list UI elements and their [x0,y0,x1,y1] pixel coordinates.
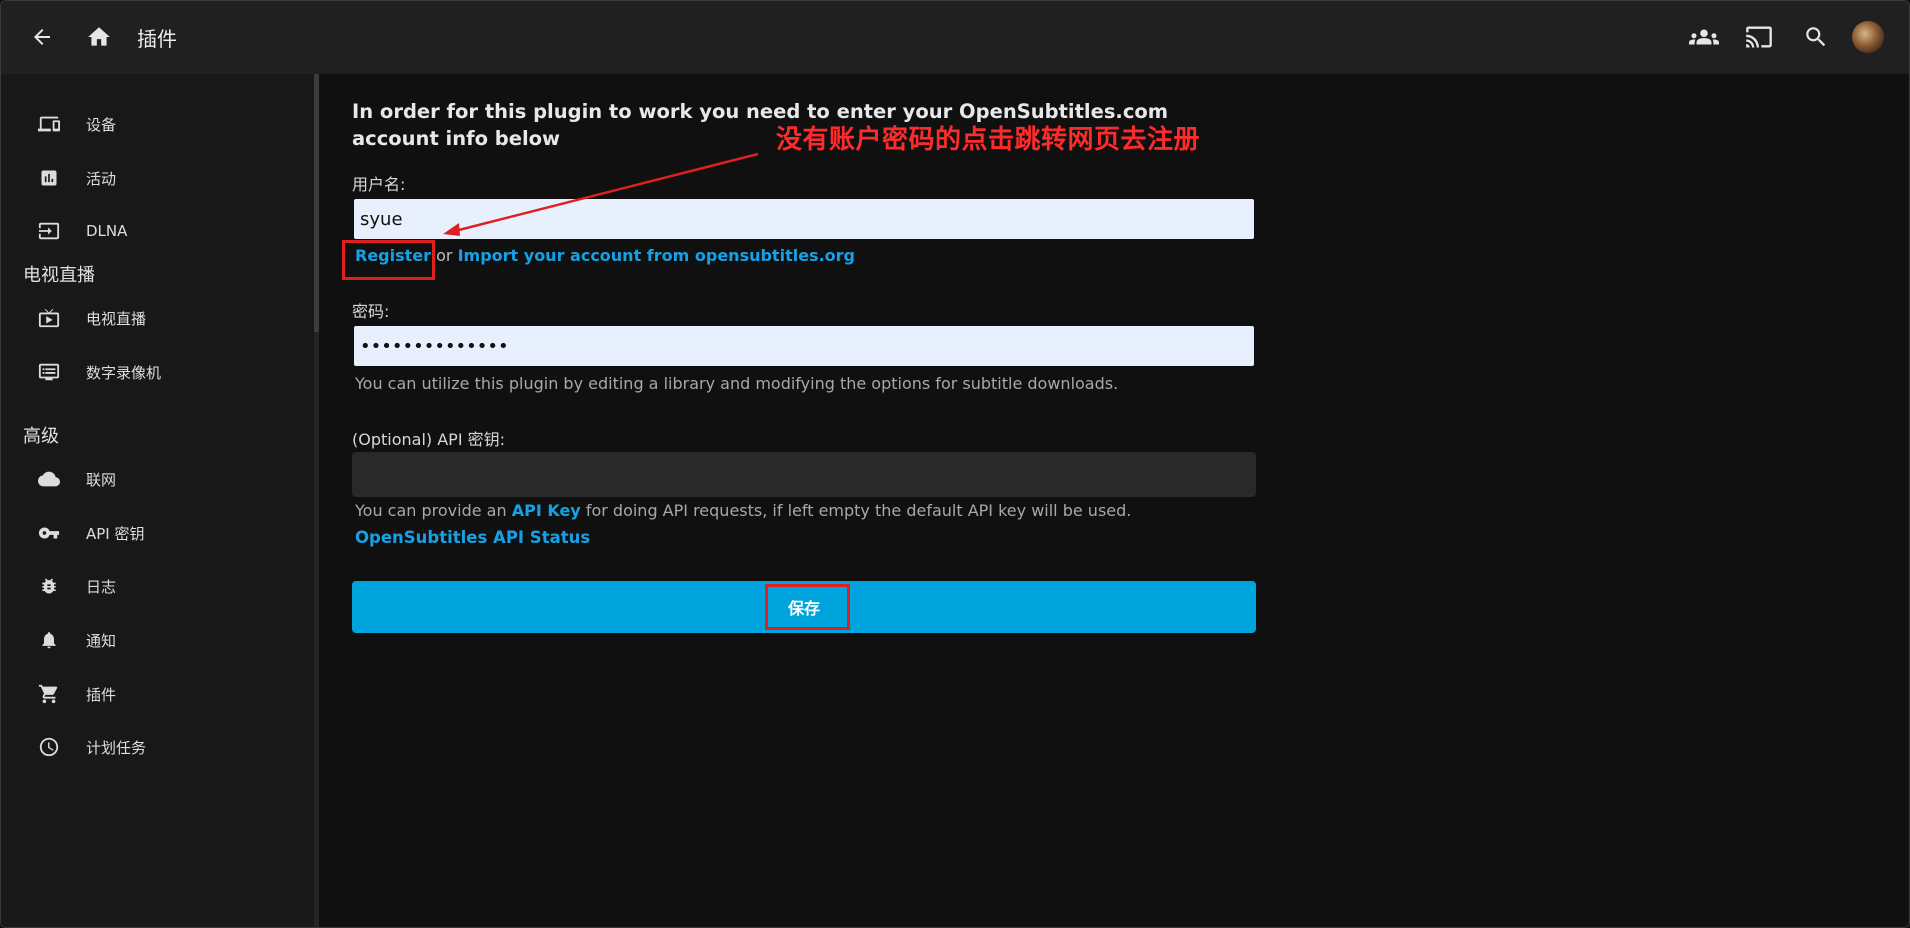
annotation-arrow [443,152,759,236]
app-window: 插件 设备 活动 DLNA 电视直播 电视直播 数字录像机 高级 联网 API … [0,0,1910,928]
